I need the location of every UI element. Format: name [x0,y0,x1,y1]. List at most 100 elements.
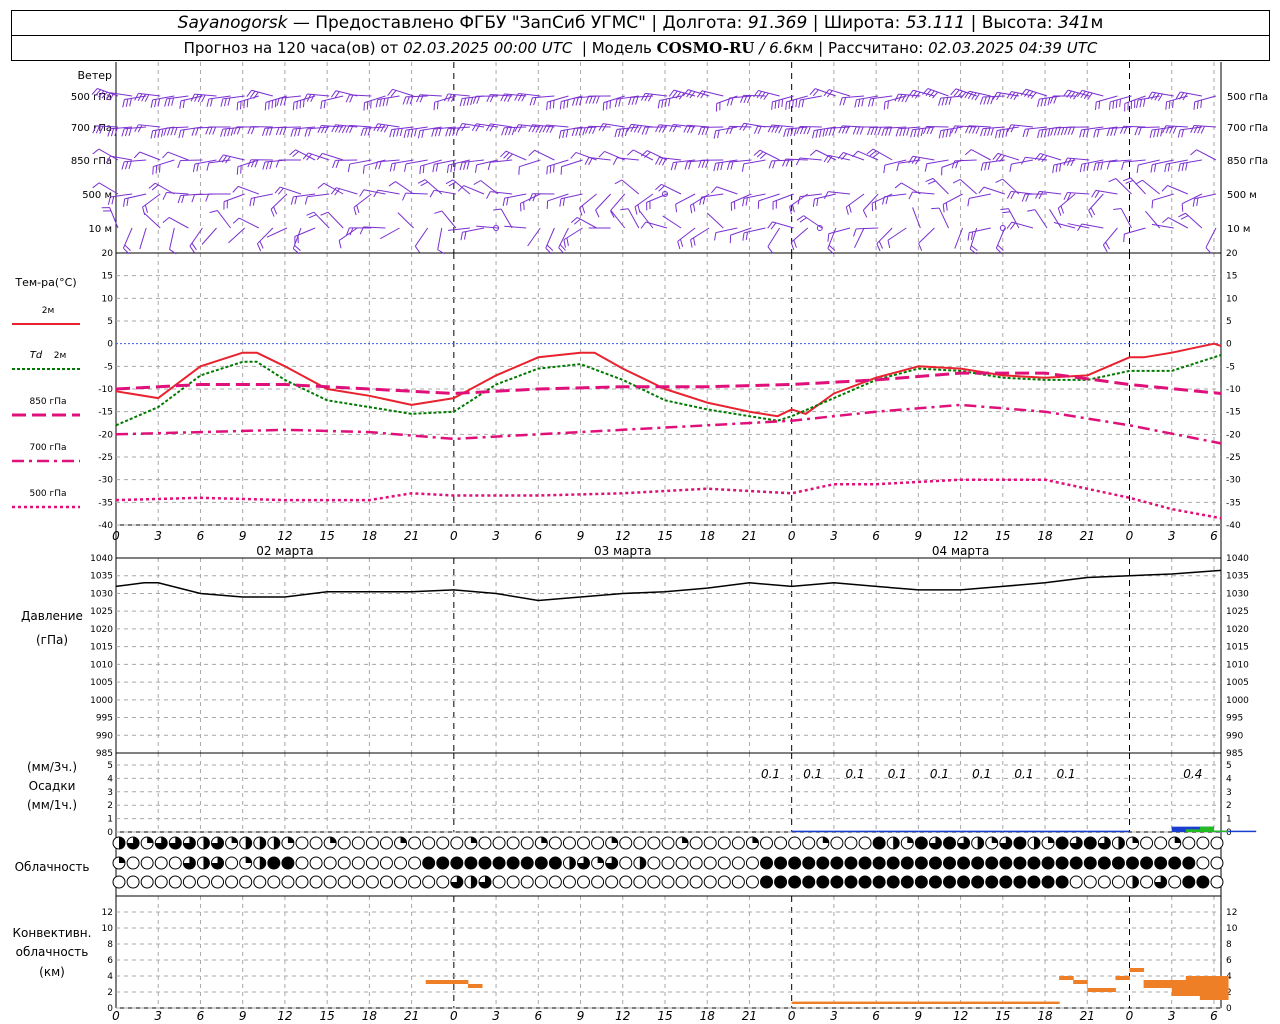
cloud-symbol-outline [760,836,774,850]
cloud-symbol-outline [309,856,323,870]
cloud-cover-symbol [379,875,393,889]
wind-barb [437,227,445,255]
cloud-symbol-outline [830,836,844,850]
wind-barb [783,126,808,137]
wind-barb-feather [125,98,129,107]
cloud-symbol-outline [464,856,478,870]
wind-barb-feather [1026,128,1030,137]
wind-barb [177,193,203,204]
wind-barb [1190,149,1217,161]
cloud-cover-symbol [394,836,408,850]
wind-barb [192,159,217,172]
wind-barb-feather [559,101,562,110]
wind-barb-feather [664,98,667,108]
wind-barb-feather [338,240,342,249]
wind-barb [546,193,569,209]
wind-barb-shaft [504,225,527,229]
wind-barb-feather [627,149,634,156]
wind-barb [655,156,682,166]
wind-barb-feather [798,99,801,108]
wind-barb-feather [317,125,322,133]
wind-barb [655,183,682,195]
wind-barb [320,211,344,229]
wind-barb-feather [160,128,164,137]
wind-barb-feather [582,127,586,136]
cloud-symbol-outline [225,856,239,870]
cloud-cover-symbol [1097,875,1111,889]
wind-barb [767,221,794,230]
convective-cloud-bar [805,1001,821,1004]
cloud-symbol-outline [1111,856,1125,870]
cloud-cover-symbol [154,836,168,850]
wind-barb-feather [617,128,621,137]
cloud-symbol-fill [259,837,266,849]
cloud-cover-symbol [520,856,534,870]
wind-barb-shaft [954,227,964,249]
wind-barb [713,126,738,139]
time-axis-tick: 0 [1126,1009,1134,1023]
temp-y-tick: 15 [102,272,113,282]
cloud-symbol-outline [323,875,337,889]
wind-barb [417,179,443,195]
wind-barb-feather [592,95,597,104]
cloud-symbol-outline [520,875,534,889]
cloud-cover-symbol [830,875,844,889]
wind-barb-feather [1096,162,1100,171]
precip-annotation: 0.1 [1014,767,1033,781]
cloud-cover-symbol [619,875,633,889]
wind-barb-feather [896,163,900,172]
wind-barb-shaft [437,227,443,250]
wind-barb-feather [1006,221,1013,229]
cloud-symbol-outline [520,856,534,870]
wind-barb-feather [745,197,748,206]
wind-barb-feather [290,196,294,205]
wind-barb-feather [677,241,681,250]
wind-barb-feather [1108,101,1111,110]
wind-barb-feather [181,129,185,138]
wind-barb [698,159,724,168]
precip-3h-bar [1045,830,1088,833]
convective-cloud-bar [988,1001,1004,1004]
cloud-cover-symbol [591,856,605,870]
cloud-cover-symbol [1097,836,1111,850]
wind-barb-feather [170,127,174,136]
wind-barb-feather [1038,191,1044,200]
wind-barb-shaft [706,212,724,229]
wind-barb [504,225,527,229]
wind-barb-feather [562,130,565,139]
wind-barb-shaft [169,227,175,250]
wind-barb [854,95,879,108]
wind-barb-feather [450,94,456,102]
wind-barb-feather [984,162,987,171]
cloud-symbol-outline [182,875,196,889]
wind-barb [638,210,654,229]
wind-barb-feather [1010,191,1016,200]
wind-barb-shaft [519,159,541,168]
wind-barb-feather [523,201,525,210]
wind-barb-feather [857,98,861,108]
wind-barb [402,192,428,201]
cloud-cover-symbol [211,875,225,889]
cloud-symbol-outline [1055,836,1069,850]
wind-barb [1034,152,1062,163]
cloud-cover-symbol [774,875,788,889]
cloud-symbol-outline [703,875,717,889]
precip-3h-bar [960,830,1003,833]
cloud-cover-symbol [731,836,745,850]
cloud-cover-symbol [478,875,492,889]
pressure-y-tick: 1030 [1226,589,1249,599]
wind-level-label: 500 м [82,190,112,201]
wind-barb-feather [954,125,959,134]
cloud-symbol-outline [408,856,422,870]
wind-barb-feather [595,209,600,218]
wind-barb-feather [1013,92,1019,100]
time-axis-tick: 6 [872,529,880,543]
wind-barb [209,209,232,229]
cloud-cover-symbol [647,856,661,870]
wind-barb-feather [809,149,817,156]
cloud-symbol-outline [394,856,408,870]
cloud-cover-symbol [577,836,591,850]
wind-barb-feather [1200,99,1203,109]
wind-barb [837,152,865,161]
wind-barb-feather [884,127,889,136]
